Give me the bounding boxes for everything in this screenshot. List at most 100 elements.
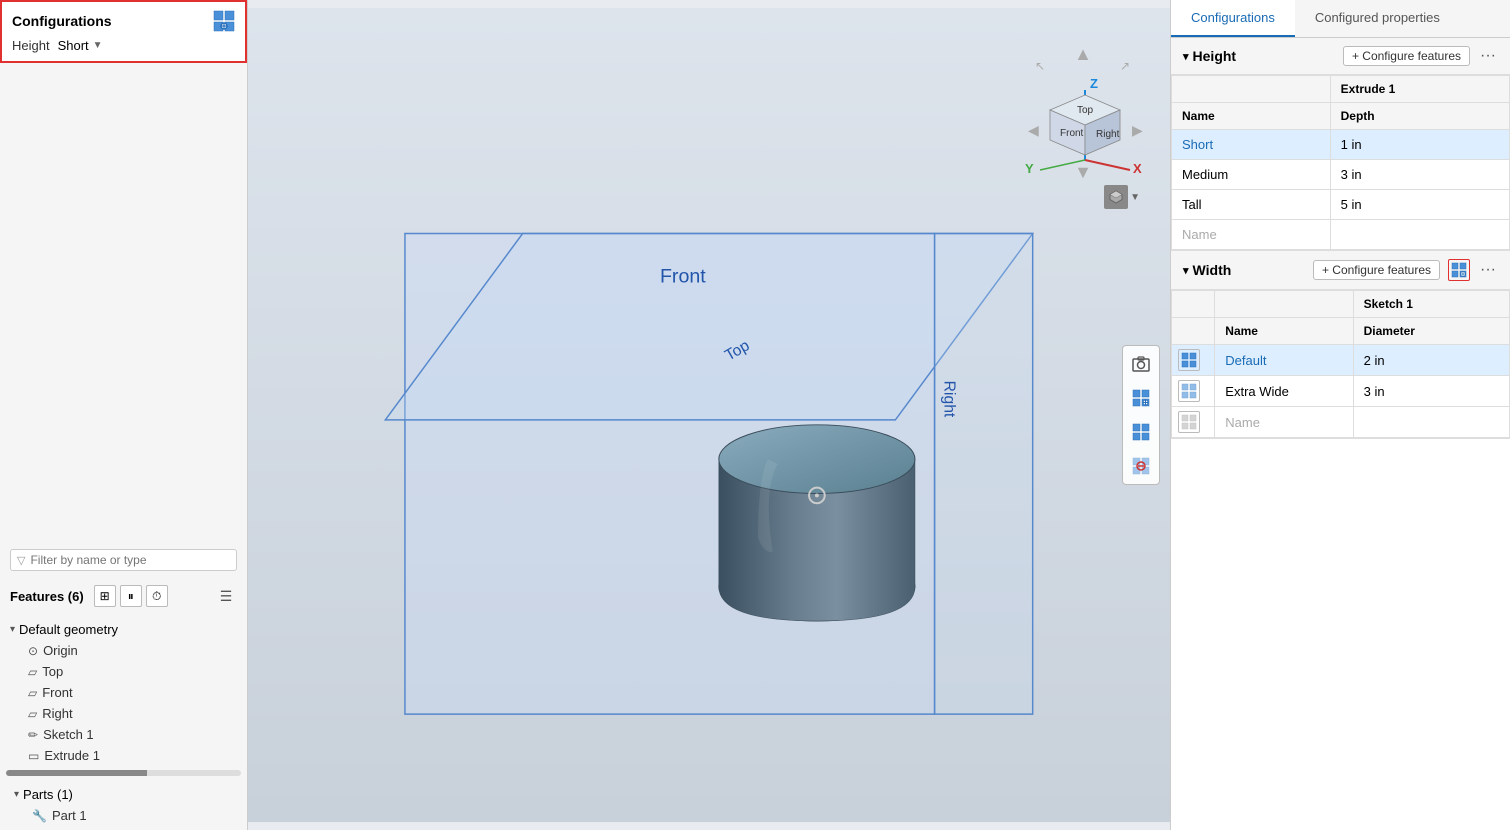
list-view-btn[interactable]: ☰	[215, 585, 237, 607]
height-more-btn[interactable]: ···	[1478, 47, 1498, 65]
height-label: Height	[12, 38, 50, 53]
filter-input[interactable]	[30, 553, 230, 567]
tree-item-label: Extrude 1	[44, 748, 100, 763]
parts-section: ▾ Parts (1) 🔧 Part 1	[0, 780, 247, 830]
height-row-medium-value: 3 in	[1330, 160, 1509, 190]
svg-text:Top: Top	[1077, 105, 1094, 116]
width-chevron-icon[interactable]: ▾	[1183, 264, 1189, 277]
main-viewport[interactable]: Front Top Right	[248, 0, 1170, 830]
table-icon	[1178, 411, 1200, 433]
3d-nav-cube[interactable]: Z X Y Top Front Right ▲ ▼ ◀ ▶ ↗ ↖	[1020, 40, 1140, 170]
tree-item-label: Front	[42, 685, 72, 700]
configure-table2-btn[interactable]	[1125, 416, 1157, 448]
tree-item-top[interactable]: ▱ Top	[6, 661, 241, 682]
right-panel: Configurations Configured properties ▾ H…	[1170, 0, 1510, 830]
height-row-new[interactable]: Name	[1172, 220, 1510, 250]
width-more-btn[interactable]: ···	[1478, 261, 1498, 279]
config-dropdown[interactable]: Short ▼	[58, 38, 103, 53]
plane-icon: ▱	[28, 665, 37, 679]
tree-item-sketch1[interactable]: ✏ Sketch 1	[6, 724, 241, 745]
scrollbar[interactable]	[6, 770, 241, 776]
chevron-down-icon: ▾	[14, 789, 19, 800]
height-row-short-name: Short	[1172, 130, 1331, 160]
height-name-col-header	[1172, 76, 1331, 103]
width-row-extrawide[interactable]: Extra Wide 3 in	[1172, 376, 1510, 407]
filter-icon: ▽	[17, 554, 25, 567]
height-chevron-icon[interactable]: ▾	[1183, 50, 1189, 63]
tree-item-extrude1[interactable]: ▭ Extrude 1	[6, 745, 241, 766]
height-row-tall[interactable]: Tall 5 in	[1172, 190, 1510, 220]
width-config-table: Sketch 1 Name Diameter	[1171, 290, 1510, 438]
height-configure-btn[interactable]: + Configure features	[1343, 46, 1470, 66]
width-row-new-icon-cell	[1172, 407, 1215, 438]
tree-item-origin[interactable]: ⊙ Origin	[6, 640, 241, 661]
right-label: Right	[940, 381, 957, 418]
tab-configurations[interactable]: Configurations	[1171, 0, 1295, 37]
sketch-icon: ✏	[28, 728, 38, 742]
configure-table3-btn[interactable]	[1125, 450, 1157, 482]
width-config-icon-btn[interactable]	[1448, 259, 1470, 281]
svg-text:↗: ↗	[1120, 59, 1130, 73]
tree-item-right[interactable]: ▱ Right	[6, 703, 241, 724]
default-geometry-group[interactable]: ▾ Default geometry	[6, 619, 241, 640]
width-row-new-value	[1353, 407, 1509, 438]
parts-title: Parts (1)	[23, 787, 73, 802]
cube-dropdown-btn[interactable]: ▼	[1104, 185, 1140, 209]
svg-text:X: X	[1133, 161, 1142, 176]
tree-item-label: Right	[42, 706, 72, 721]
camera-tool-btn[interactable]	[1125, 348, 1157, 380]
filter-wrapper[interactable]: ▽	[10, 549, 237, 571]
plane-icon: ▱	[28, 686, 37, 700]
pause-btn[interactable]: ⏸	[120, 585, 142, 607]
height-row-tall-name: Tall	[1172, 190, 1331, 220]
features-toolbar: ⊞ ⏸ ⏱	[94, 585, 168, 607]
tree-item-label: Origin	[43, 643, 78, 658]
configurations-icon[interactable]	[213, 10, 235, 32]
width-diameter-subheader: Diameter	[1353, 318, 1509, 345]
tree-section: ▾ Default geometry ⊙ Origin ▱ Top ▱ Fron…	[0, 619, 247, 766]
sketch1-header: Sketch 1	[1353, 291, 1509, 318]
selected-config-value: Short	[58, 38, 89, 53]
extrude-icon: ▭	[28, 749, 39, 763]
width-section-actions: + Configure features ···	[1313, 259, 1498, 281]
height-section-actions: + Configure features ···	[1343, 46, 1498, 66]
width-row-default-value: 2 in	[1353, 345, 1509, 376]
plane-icon: ▱	[28, 707, 37, 721]
extrude1-header: Extrude 1	[1330, 76, 1509, 103]
viewport-toolbar	[1122, 345, 1160, 485]
width-row-new-name: Name	[1215, 407, 1353, 438]
tab-configured-properties[interactable]: Configured properties	[1295, 0, 1460, 37]
default-geometry-label: Default geometry	[19, 622, 118, 637]
svg-text:▼: ▼	[1074, 162, 1092, 180]
chevron-down-icon: ▾	[10, 624, 15, 635]
right-tabs: Configurations Configured properties	[1171, 0, 1510, 38]
origin-icon: ⊙	[28, 644, 38, 658]
add-feature-btn[interactable]: ⊞	[94, 585, 116, 607]
parts-group[interactable]: ▾ Parts (1)	[10, 784, 237, 805]
svg-text:↖: ↖	[1035, 59, 1045, 73]
height-row-medium[interactable]: Medium 3 in	[1172, 160, 1510, 190]
table-icon	[1178, 349, 1200, 371]
part-icon: 🔧	[32, 809, 47, 823]
height-row-short[interactable]: Short 1 in	[1172, 130, 1510, 160]
cube-dropdown-arrow-icon: ▼	[1130, 192, 1140, 203]
features-title: Features (6)	[10, 589, 84, 604]
width-row-default[interactable]: Default 2 in	[1172, 345, 1510, 376]
width-name-subheader: Name	[1215, 318, 1353, 345]
configure-table-btn[interactable]	[1125, 382, 1157, 414]
width-section-title: ▾ Width	[1183, 262, 1231, 278]
tree-item-label: Part 1	[52, 808, 87, 823]
features-section: Features (6) ⊞ ⏸ ⏱ ☰	[0, 579, 247, 619]
width-row-default-name: Default	[1215, 345, 1353, 376]
width-section: ▾ Width + Configure features ··	[1171, 251, 1510, 439]
width-row-new[interactable]: Name	[1172, 407, 1510, 438]
width-configure-btn[interactable]: + Configure features	[1313, 260, 1440, 280]
width-row-extrawide-name: Extra Wide	[1215, 376, 1353, 407]
configurations-header: Configurations Height Short ▼	[0, 0, 247, 63]
tree-item-front[interactable]: ▱ Front	[6, 682, 241, 703]
tree-item-part1[interactable]: 🔧 Part 1	[10, 805, 237, 826]
width-row-default-icon-cell	[1172, 345, 1215, 376]
height-section: ▾ Height + Configure features ··· Extrud…	[1171, 38, 1510, 251]
width-row-extrawide-value: 3 in	[1353, 376, 1509, 407]
timer-btn[interactable]: ⏱	[146, 585, 168, 607]
